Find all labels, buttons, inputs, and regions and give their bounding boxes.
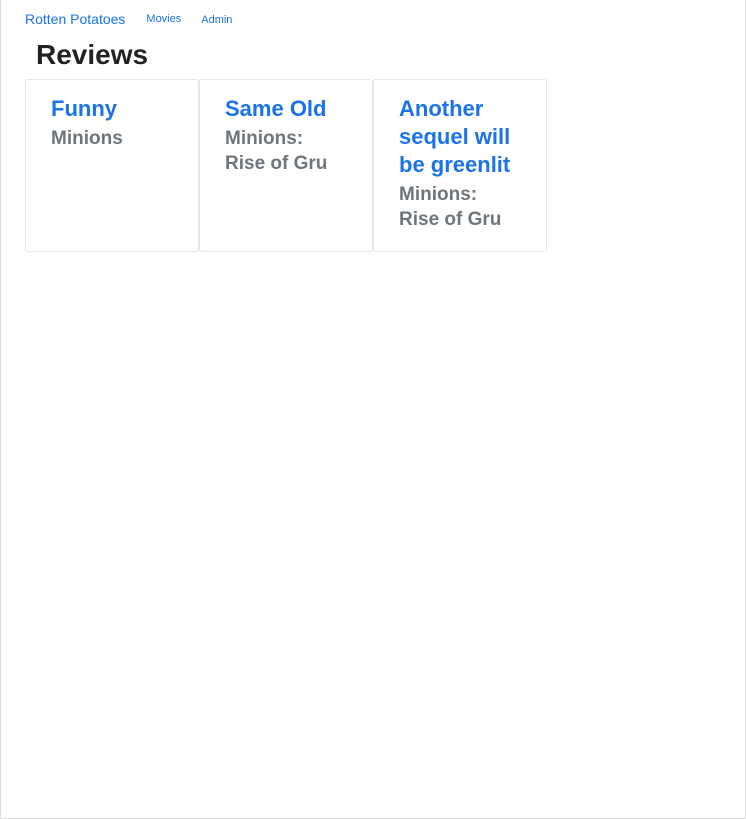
review-card: Another sequel will be greenlit Minions:… [373,79,547,252]
nav-link-movies[interactable]: Movies [146,13,181,25]
navbar: Rotten Potatoes Movies Admin [25,9,232,29]
nav-link-admin[interactable]: Admin [201,14,232,26]
review-movie-name: Minions: Rise of Gru [399,184,502,230]
review-title-link[interactable]: Funny [51,95,173,123]
brand-link[interactable]: Rotten Potatoes [25,11,125,27]
review-card: Same Old Minions: Rise of Gru [199,79,373,252]
reviews-list: Funny Minions Same Old Minions: Rise of … [25,79,547,252]
review-card: Funny Minions [25,79,199,252]
review-movie-name: Minions: Rise of Gru [225,128,328,174]
review-title-link[interactable]: Same Old [225,95,347,123]
page-title: Reviews [36,39,149,70]
browser-viewport: Rotten Potatoes Movies Admin Reviews Fun… [0,0,746,819]
review-movie-name: Minions [51,128,123,149]
review-title-link[interactable]: Another sequel will be greenlit [399,95,521,179]
